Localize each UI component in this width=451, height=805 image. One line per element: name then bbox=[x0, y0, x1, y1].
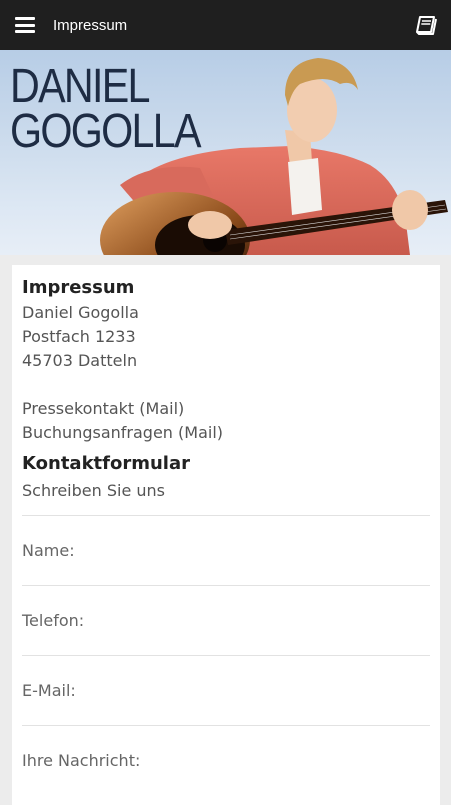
email-field-row[interactable]: E-Mail: bbox=[22, 655, 430, 725]
phone-input[interactable] bbox=[90, 610, 430, 631]
email-input[interactable] bbox=[81, 680, 430, 701]
contact-form-heading: Kontaktformular bbox=[22, 453, 190, 474]
menu-icon bbox=[15, 17, 35, 33]
contact-form-subtitle: Schreiben Sie uns bbox=[22, 481, 165, 500]
phone-field-row[interactable]: Telefon: bbox=[22, 585, 430, 655]
book-icon bbox=[416, 16, 437, 35]
book-button[interactable] bbox=[401, 0, 451, 50]
address-name: Daniel Gogolla bbox=[22, 303, 139, 322]
presse-contact-link[interactable]: Pressekontakt (Mail) bbox=[22, 397, 430, 421]
app-bar: Impressum bbox=[0, 0, 451, 50]
address-city: 45703 Datteln bbox=[22, 351, 138, 370]
address-postfach: Postfach 1233 bbox=[22, 327, 136, 346]
menu-button[interactable] bbox=[0, 0, 50, 50]
name-field-row[interactable]: Name: bbox=[22, 515, 430, 585]
message-field-row[interactable]: Ihre Nachricht: bbox=[22, 725, 430, 795]
name-label: Name: bbox=[22, 541, 75, 560]
hero-artist-name: DANIEL GOGOLLA bbox=[10, 60, 202, 158]
hero-name-line2: GOGOLLA bbox=[10, 105, 202, 158]
booking-request-link[interactable]: Buchungsanfragen (Mail) bbox=[22, 421, 430, 445]
impressum-heading: Impressum bbox=[22, 277, 135, 298]
message-input[interactable] bbox=[146, 750, 430, 771]
email-label: E-Mail: bbox=[22, 681, 76, 700]
name-input[interactable] bbox=[80, 540, 430, 561]
impressum-card: Impressum Daniel Gogolla Postfach 1233 4… bbox=[12, 265, 440, 805]
hero-name-line1: DANIEL bbox=[10, 60, 151, 113]
page-title: Impressum bbox=[53, 16, 128, 34]
message-label: Ihre Nachricht: bbox=[22, 751, 141, 770]
hero-banner: DANIEL GOGOLLA bbox=[0, 50, 451, 255]
phone-label: Telefon: bbox=[22, 611, 85, 630]
